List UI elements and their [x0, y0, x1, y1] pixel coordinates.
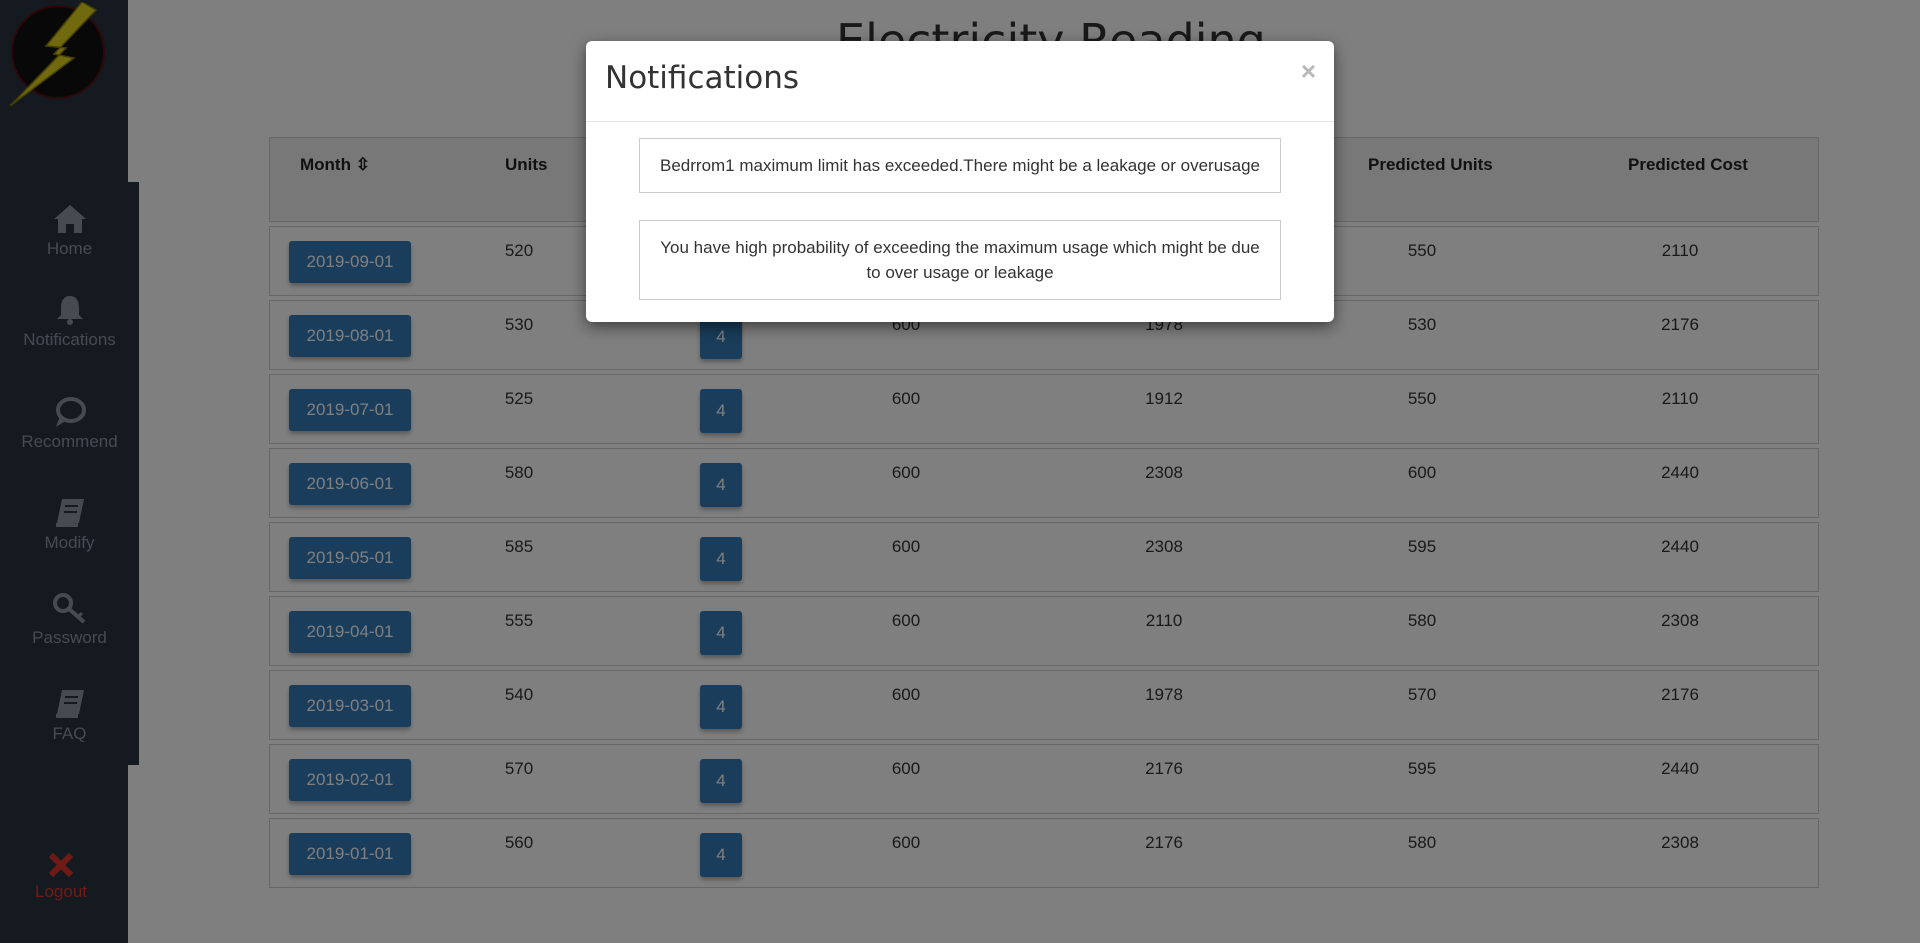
modal-header: Notifications ×	[586, 41, 1334, 122]
notifications-modal: Notifications × Bedrrom1 maximum limit h…	[586, 41, 1334, 322]
modal-title: Notifications	[605, 60, 800, 96]
notification-message: You have high probability of exceeding t…	[639, 220, 1281, 300]
notification-message: Bedrrom1 maximum limit has exceeded.Ther…	[639, 138, 1281, 193]
close-icon[interactable]: ×	[1301, 56, 1316, 87]
